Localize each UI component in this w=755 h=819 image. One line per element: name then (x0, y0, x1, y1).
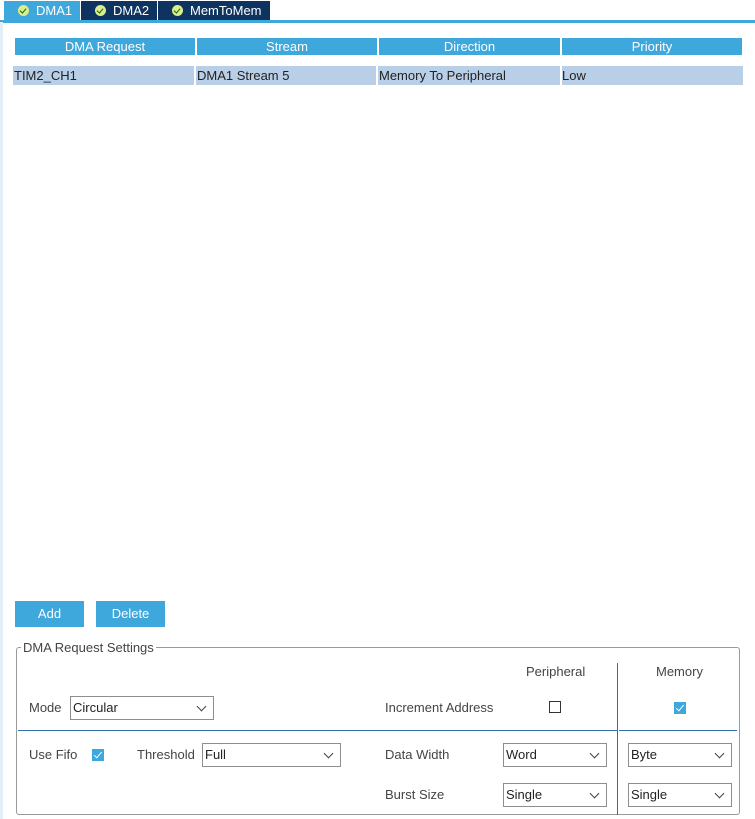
peripheral-data-width-value: Word (506, 747, 537, 762)
add-button[interactable]: Add (15, 601, 84, 627)
tab-label: DMA1 (36, 3, 73, 18)
increment-address-label: Increment Address (385, 700, 494, 715)
cell-direction: Memory To Peripheral (379, 68, 506, 83)
check-circle-icon (95, 5, 106, 16)
mode-select-value: Circular (73, 700, 118, 715)
memory-data-width-select[interactable]: Byte (628, 743, 732, 767)
burst-size-label: Burst Size (385, 787, 445, 802)
column-divider (376, 66, 378, 85)
check-circle-icon (18, 5, 29, 16)
peripheral-burst-size-select[interactable]: Single (503, 783, 607, 807)
threshold-select-value: Full (205, 747, 226, 762)
mode-label: Mode (29, 700, 62, 715)
column-divider (194, 66, 196, 85)
tab-memtomem[interactable]: MemToMem (158, 1, 270, 20)
cell-stream: DMA1 Stream 5 (197, 68, 290, 83)
table-row[interactable]: TIM2_CH1 DMA1 Stream 5 Memory To Periphe… (13, 66, 743, 85)
table-header: DMA Request Stream Direction Priority (15, 38, 742, 55)
threshold-label: Threshold (137, 747, 195, 762)
use-fifo-checkbox[interactable] (92, 749, 104, 761)
settings-group-title: DMA Request Settings (21, 640, 156, 655)
check-circle-icon (172, 5, 183, 16)
memory-burst-size-select[interactable]: Single (628, 783, 732, 807)
memory-data-width-value: Byte (631, 747, 658, 762)
mode-select[interactable]: Circular (70, 696, 214, 720)
tab-underline (0, 20, 755, 23)
tab-label: DMA2 (113, 3, 150, 18)
chevron-down-icon (323, 748, 334, 759)
threshold-select[interactable]: Full (202, 743, 341, 767)
tab-label: MemToMem (190, 3, 262, 18)
chevron-down-icon (589, 788, 600, 799)
column-header-direction[interactable]: Direction (379, 38, 560, 55)
panel-left-edge (0, 22, 3, 819)
memory-column-header: Memory (656, 664, 703, 679)
chevron-down-icon (714, 788, 725, 799)
row-separator (619, 730, 737, 731)
memory-increment-checkbox[interactable] (674, 702, 686, 714)
tab-dma1[interactable]: DMA1 (4, 1, 80, 20)
chevron-down-icon (196, 701, 207, 712)
row-separator (18, 730, 617, 731)
tab-dma2[interactable]: DMA2 (81, 1, 157, 20)
data-width-label: Data Width (385, 747, 450, 762)
column-header-stream[interactable]: Stream (197, 38, 377, 55)
cell-dma-request: TIM2_CH1 (14, 68, 77, 83)
memory-burst-size-value: Single (631, 787, 668, 802)
peripheral-data-width-select[interactable]: Word (503, 743, 607, 767)
chevron-down-icon (589, 748, 600, 759)
chevron-down-icon (714, 748, 725, 759)
peripheral-increment-checkbox[interactable] (549, 701, 561, 713)
column-separator (617, 663, 618, 815)
column-header-dma-request[interactable]: DMA Request (15, 38, 195, 55)
use-fifo-label: Use Fifo (29, 747, 78, 762)
delete-button[interactable]: Delete (96, 601, 165, 627)
column-header-priority[interactable]: Priority (562, 38, 742, 55)
peripheral-burst-size-value: Single (506, 787, 543, 802)
cell-priority: Low (562, 68, 586, 83)
peripheral-column-header: Peripheral (526, 664, 586, 679)
